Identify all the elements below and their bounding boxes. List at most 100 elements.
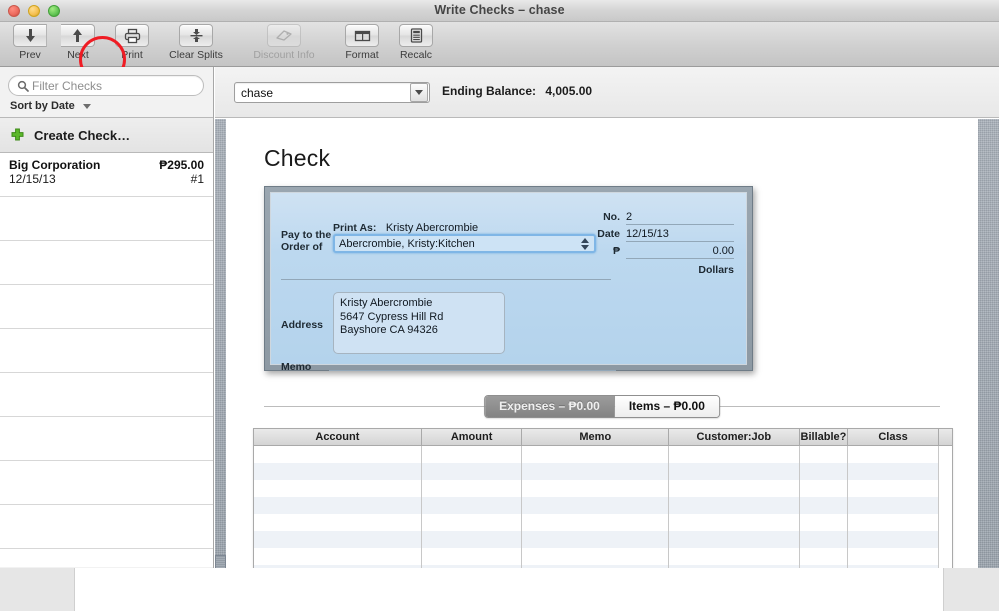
tab-expenses[interactable]: Expenses – ₱0.00 bbox=[485, 396, 615, 417]
table-row[interactable] bbox=[254, 548, 952, 565]
toolbar: Prev Next Print Clear Splits Discount In… bbox=[0, 22, 999, 83]
create-check-label: Create Check… bbox=[34, 127, 131, 143]
page-title: Check bbox=[264, 145, 331, 171]
grid-column-header-memo[interactable]: Memo bbox=[522, 429, 670, 446]
ending-balance-label: Ending Balance: bbox=[442, 84, 537, 98]
grid-header-row: Account Amount Memo Customer:Job Billabl… bbox=[254, 429, 952, 446]
printer-icon bbox=[124, 28, 140, 43]
list-item-empty bbox=[0, 285, 213, 329]
chevron-down-icon[interactable] bbox=[410, 83, 428, 102]
search-input[interactable]: Filter Checks bbox=[8, 75, 204, 96]
arrow-down-icon bbox=[25, 29, 35, 42]
check-amount-value[interactable]: 0.00 bbox=[626, 245, 734, 259]
grid-column-header-class[interactable]: Class bbox=[848, 429, 939, 446]
list-item-empty bbox=[0, 197, 213, 241]
list-item-empty bbox=[0, 461, 213, 505]
toolbar-button-clear-splits[interactable]: Clear Splits bbox=[162, 24, 230, 61]
pay-to-order-of-label: Pay to the Order of bbox=[281, 229, 332, 253]
check-date-value[interactable]: 12/15/13 bbox=[626, 228, 734, 242]
toolbar-button-prev[interactable]: Prev bbox=[6, 24, 54, 61]
list-item-date: 12/15/13 bbox=[9, 172, 56, 186]
toolbar-button-discount-info[interactable]: Discount Info bbox=[250, 24, 318, 61]
ending-balance-value: 4,005.00 bbox=[545, 84, 593, 98]
check-date-label: Date bbox=[597, 228, 620, 240]
collapse-icon bbox=[190, 29, 202, 42]
table-row[interactable] bbox=[254, 480, 952, 497]
grid-vertical-scrollbar[interactable] bbox=[938, 446, 952, 568]
chevron-down-icon bbox=[82, 103, 91, 109]
table-row[interactable] bbox=[254, 463, 952, 480]
table-row[interactable] bbox=[254, 497, 952, 514]
sort-by-date-label: Sort by Date bbox=[10, 100, 75, 112]
check-list[interactable]: Big Corporation ₱295.00 12/15/13 #1 bbox=[0, 153, 213, 567]
print-as-value: Kristy Abercrombie bbox=[385, 222, 479, 234]
address-label: Address bbox=[281, 319, 324, 331]
bottom-left-panel bbox=[0, 568, 75, 611]
table-row[interactable] bbox=[254, 446, 952, 463]
plus-icon bbox=[11, 128, 24, 140]
toolbar-button-next[interactable]: Next bbox=[54, 24, 102, 61]
sort-by-date-control[interactable]: Sort by Date bbox=[8, 100, 205, 112]
grid-column-header-spacer bbox=[938, 429, 952, 446]
currency-symbol-label: ₱ bbox=[612, 245, 620, 257]
calculator-icon bbox=[410, 28, 422, 43]
account-bar: chase Ending Balance: 4,005.00 bbox=[215, 67, 999, 118]
list-item-empty bbox=[0, 329, 213, 373]
list-item-amount: ₱295.00 bbox=[159, 158, 204, 172]
payee-combo-input[interactable]: Abercrombie, Kristy:Kitchen bbox=[333, 234, 596, 253]
list-item-number: #1 bbox=[190, 172, 204, 186]
check-number-value[interactable]: 2 bbox=[626, 211, 734, 225]
grid-column-header-billable[interactable]: Billable? bbox=[799, 429, 849, 446]
dollars-label: Dollars bbox=[698, 264, 734, 276]
grid-body[interactable] bbox=[254, 446, 952, 568]
check-amount-row: ₱ 0.00 bbox=[584, 245, 734, 259]
print-as-label: Print As: bbox=[333, 222, 377, 234]
window-title: Write Checks – chase bbox=[434, 3, 565, 17]
list-item-empty bbox=[0, 505, 213, 549]
grid-column-header-account[interactable]: Account bbox=[254, 429, 422, 446]
sidebar-filter-area: Filter Checks Sort by Date bbox=[0, 67, 213, 118]
address-field[interactable]: Kristy Abercrombie 5647 Cypress Hill Rd … bbox=[333, 292, 505, 354]
toolbar-button-format[interactable]: Format bbox=[338, 24, 386, 61]
toolbar-button-print[interactable]: Print bbox=[108, 24, 156, 61]
list-item-empty bbox=[0, 373, 213, 417]
amount-in-words-line[interactable] bbox=[281, 279, 611, 280]
window-resize-grip[interactable] bbox=[215, 555, 226, 569]
list-item-payee: Big Corporation bbox=[9, 158, 101, 172]
check-face: Pay to the Order of Print As: Kristy Abe… bbox=[270, 192, 747, 373]
write-checks-window: Write Checks – chase Prev Next Print Cle… bbox=[0, 0, 999, 611]
check-number-label: No. bbox=[603, 211, 620, 223]
arrow-up-icon bbox=[73, 29, 82, 42]
window-titlebar: Write Checks – chase bbox=[0, 0, 999, 22]
line-items-grid[interactable]: Account Amount Memo Customer:Job Billabl… bbox=[253, 428, 953, 568]
check-number-row: No. 2 bbox=[584, 211, 734, 225]
address-line: Bayshore CA 94326 bbox=[340, 324, 438, 336]
document-canvas: Check Pay to the Order of Print As: Kris… bbox=[215, 119, 999, 568]
grid-column-header-customer-job[interactable]: Customer:Job bbox=[669, 429, 800, 446]
list-item[interactable]: Big Corporation ₱295.00 12/15/13 #1 bbox=[0, 153, 213, 197]
bottom-right-panel bbox=[943, 568, 999, 611]
discount-icon bbox=[275, 30, 292, 41]
grid-column-header-amount[interactable]: Amount bbox=[421, 429, 523, 446]
account-select[interactable]: chase bbox=[234, 82, 430, 103]
address-line: 5647 Cypress Hill Rd bbox=[340, 310, 444, 323]
search-input-placeholder: Filter Checks bbox=[32, 78, 103, 93]
address-line: Kristy Abercrombie bbox=[340, 297, 433, 309]
search-icon bbox=[17, 80, 29, 92]
ending-balance: Ending Balance: 4,005.00 bbox=[442, 84, 592, 98]
list-item-empty bbox=[0, 241, 213, 285]
create-check-button[interactable]: Create Check… bbox=[0, 118, 213, 153]
list-item-empty bbox=[0, 417, 213, 461]
table-row[interactable] bbox=[254, 531, 952, 548]
format-icon bbox=[354, 30, 370, 41]
check-card: Pay to the Order of Print As: Kristy Abe… bbox=[264, 186, 753, 373]
tab-items[interactable]: Items – ₱0.00 bbox=[614, 396, 719, 417]
toolbar-button-recalc[interactable]: Recalc bbox=[392, 24, 440, 61]
account-select-value: chase bbox=[241, 85, 274, 100]
sidebar: Filter Checks Sort by Date Create Check…… bbox=[0, 67, 214, 568]
bottom-strip bbox=[0, 568, 999, 611]
list-item-empty bbox=[0, 549, 213, 567]
memo-label: Memo bbox=[281, 361, 312, 373]
memo-input[interactable] bbox=[329, 370, 616, 371]
table-row[interactable] bbox=[254, 514, 952, 531]
